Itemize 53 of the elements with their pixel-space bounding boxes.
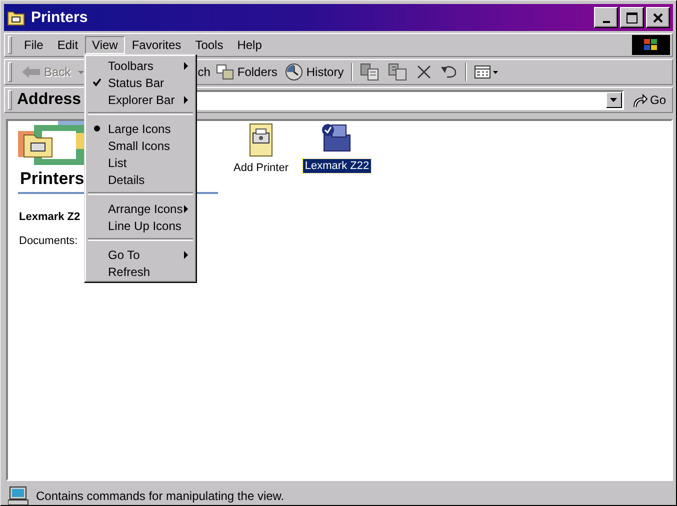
- menu-option[interactable]: Refresh: [87, 263, 194, 280]
- printer-folder-icon: [7, 9, 25, 26]
- go-arrow-icon: [632, 92, 648, 108]
- menu-item[interactable]: Favorites: [124, 36, 188, 54]
- address-label: Address: [17, 91, 82, 109]
- views-icon: [474, 64, 498, 80]
- close-icon: [652, 12, 664, 24]
- menu-option[interactable]: Explorer Bar: [87, 91, 194, 108]
- icon-label[interactable]: Lexmark Z22: [302, 159, 372, 173]
- back-arrow-icon: [21, 65, 41, 79]
- history-icon: [285, 63, 304, 81]
- folders-icon: [216, 64, 234, 80]
- minimize-button[interactable]: [594, 7, 618, 28]
- move-to-icon: [360, 63, 380, 81]
- maximize-button[interactable]: [620, 7, 644, 28]
- copy-to-icon: [388, 63, 408, 81]
- minimize-icon: [602, 20, 610, 22]
- menu-option[interactable]: Small Icons: [87, 137, 194, 154]
- history-button[interactable]: History: [281, 62, 348, 82]
- printer-name: Lexmark Z2: [18, 211, 80, 223]
- menu-option[interactable]: Status Bar: [87, 74, 194, 91]
- bullet-icon: [93, 124, 101, 133]
- status-text: Contains commands for manipulating the view.: [36, 489, 284, 503]
- search-button[interactable]: ch: [198, 64, 212, 80]
- menu-item[interactable]: Help: [230, 36, 269, 54]
- windows-logo-icon: [632, 35, 670, 55]
- checkmark-icon: [93, 78, 101, 87]
- documents-count: Documents:: [18, 235, 78, 247]
- panel-heading: Printers: [19, 169, 84, 189]
- menu-option[interactable]: Large Icons: [87, 120, 194, 137]
- window-title: Printers: [31, 9, 89, 26]
- folders-button[interactable]: Folders: [212, 63, 282, 81]
- close-button[interactable]: [646, 7, 670, 28]
- menu-item[interactable]: Tools: [188, 36, 230, 54]
- computer-icon: [8, 486, 30, 506]
- menu-option[interactable]: List: [87, 154, 194, 171]
- menu-option[interactable]: Details: [87, 171, 194, 188]
- undo-icon: [440, 65, 458, 79]
- menu-option[interactable]: Arrange Icons: [87, 200, 194, 217]
- submenu-arrow-icon: [184, 62, 188, 70]
- go-button[interactable]: Go: [624, 92, 672, 108]
- menu-item[interactable]: Edit: [50, 36, 86, 54]
- maximize-icon: [626, 12, 638, 24]
- submenu-arrow-icon: [184, 96, 188, 104]
- menu-option[interactable]: Toolbars: [87, 57, 194, 74]
- menu-item[interactable]: View: [85, 36, 125, 54]
- menu-option[interactable]: Go To: [87, 246, 194, 263]
- menu-option[interactable]: Line Up Icons: [87, 217, 194, 234]
- delete-icon: [416, 64, 432, 80]
- menu-item[interactable]: File: [17, 36, 50, 54]
- icon-label[interactable]: Add Printer: [231, 161, 291, 175]
- submenu-arrow-icon: [184, 251, 188, 259]
- submenu-arrow-icon: [184, 205, 188, 213]
